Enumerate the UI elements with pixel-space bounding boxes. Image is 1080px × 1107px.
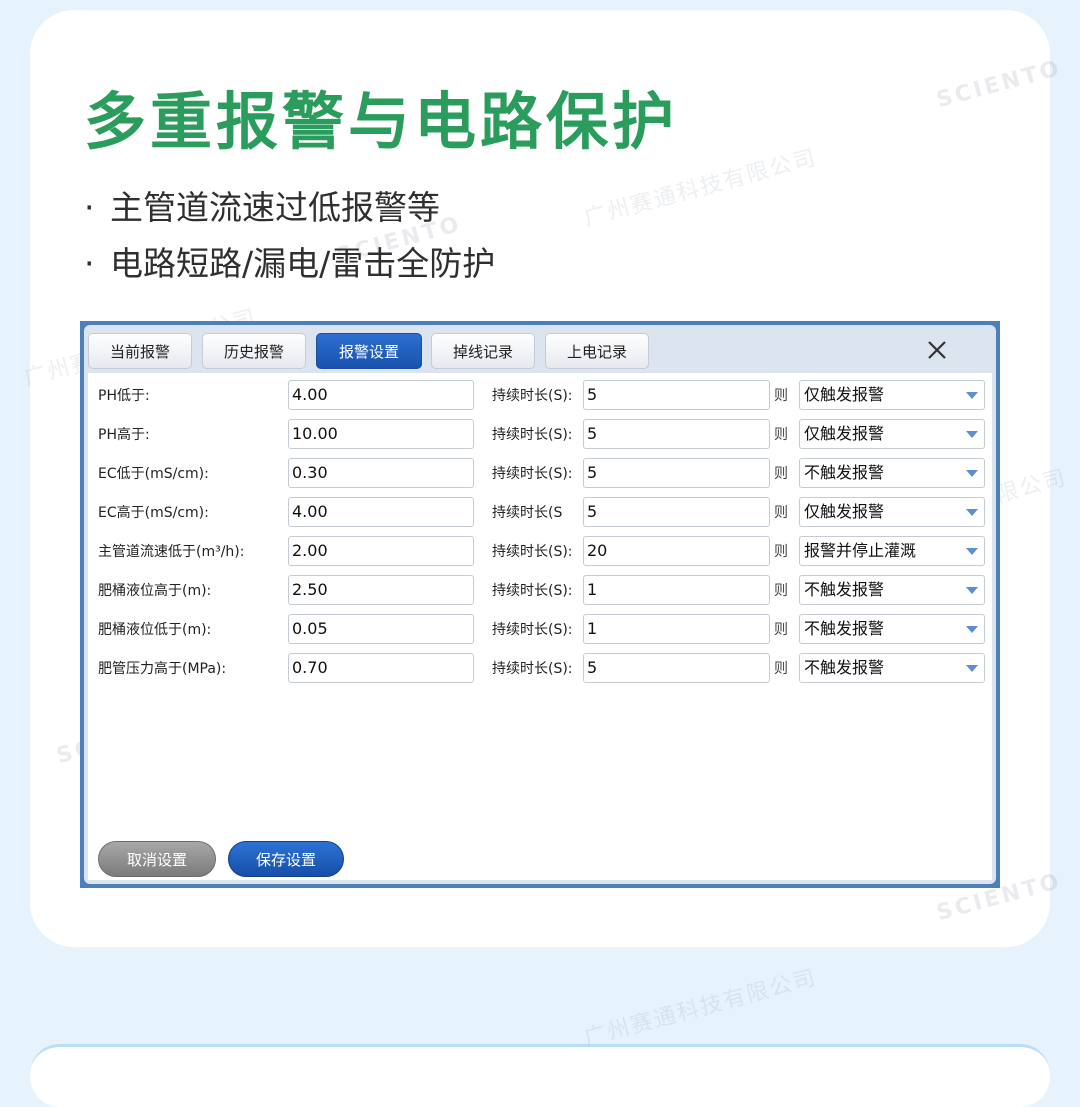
- duration-label: 持续时长(S):: [492, 427, 573, 443]
- then-label: 则: [774, 388, 788, 404]
- threshold-input[interactable]: 4.00: [288, 497, 474, 527]
- alarm-row: PH低于: 4.00 持续时长(S): 5 则 仅触发报警: [88, 380, 988, 412]
- then-label: 则: [774, 544, 788, 560]
- then-label: 则: [774, 661, 788, 677]
- settings-panel: PH低于: 4.00 持续时长(S): 5 则 仅触发报警 PH高于: 10.0…: [88, 373, 992, 880]
- duration-label: 持续时长(S):: [492, 583, 573, 599]
- then-label: 则: [774, 583, 788, 599]
- duration-input[interactable]: 1: [583, 575, 770, 605]
- alarm-row: 肥管压力高于(MPa): 0.70 持续时长(S): 5 则 不触发报警: [88, 653, 988, 685]
- duration-label: 持续时长(S: [492, 505, 563, 521]
- action-select[interactable]: 不触发报警: [799, 458, 985, 488]
- window-body: 当前报警 历史报警 报警设置 掉线记录 上电记录 PH低于: 4.00 持续时长…: [84, 325, 996, 884]
- threshold-input[interactable]: 0.30: [288, 458, 474, 488]
- dropdown-arrow-icon: [966, 431, 978, 438]
- page-title: 多重报警与电路保护: [84, 85, 679, 158]
- threshold-label: PH低于:: [98, 388, 150, 404]
- close-button[interactable]: [922, 335, 952, 365]
- close-icon: [928, 341, 946, 359]
- threshold-input[interactable]: 4.00: [288, 380, 474, 410]
- duration-input[interactable]: 5: [583, 458, 770, 488]
- bullet-text: 电路短路/漏电/雷击全防护: [110, 244, 496, 283]
- next-card-edge: [30, 1044, 1050, 1107]
- duration-input[interactable]: 5: [583, 419, 770, 449]
- duration-label: 持续时长(S):: [492, 544, 573, 560]
- action-value: 报警并停止灌溉: [804, 541, 917, 560]
- alarm-row: 肥桶液位低于(m): 0.05 持续时长(S): 1 则 不触发报警: [88, 614, 988, 646]
- threshold-label: EC高于(mS/cm):: [98, 505, 209, 521]
- alarm-row: EC低于(mS/cm): 0.30 持续时长(S): 5 则 不触发报警: [88, 458, 988, 490]
- alarm-settings-window: 当前报警 历史报警 报警设置 掉线记录 上电记录 PH低于: 4.00 持续时长…: [80, 321, 1000, 888]
- action-select[interactable]: 仅触发报警: [799, 419, 985, 449]
- then-label: 则: [774, 505, 788, 521]
- action-select[interactable]: 不触发报警: [799, 614, 985, 644]
- duration-input[interactable]: 5: [583, 497, 770, 527]
- threshold-input[interactable]: 0.05: [288, 614, 474, 644]
- alarm-row: 主管道流速低于(m³/h): 2.00 持续时长(S): 20 则 报警并停止灌…: [88, 536, 988, 568]
- duration-label: 持续时长(S):: [492, 661, 573, 677]
- action-value: 不触发报警: [804, 463, 885, 482]
- cancel-settings-button[interactable]: 取消设置: [98, 841, 216, 877]
- duration-label: 持续时长(S):: [492, 466, 573, 482]
- threshold-input[interactable]: 2.50: [288, 575, 474, 605]
- duration-input[interactable]: 5: [583, 380, 770, 410]
- action-select[interactable]: 不触发报警: [799, 653, 985, 683]
- threshold-label: EC低于(mS/cm):: [98, 466, 209, 482]
- action-select[interactable]: 报警并停止灌溉: [799, 536, 985, 566]
- dropdown-arrow-icon: [966, 626, 978, 633]
- alarm-row: PH高于: 10.00 持续时长(S): 5 则 仅触发报警: [88, 419, 988, 451]
- action-value: 不触发报警: [804, 580, 885, 599]
- watermark-text: 广州赛通科技有限公司: [581, 965, 820, 1052]
- threshold-label: 肥桶液位高于(m):: [98, 583, 212, 599]
- tab-alarm-settings[interactable]: 报警设置: [316, 333, 422, 369]
- threshold-label: PH高于:: [98, 427, 150, 443]
- dropdown-arrow-icon: [966, 470, 978, 477]
- tab-current-alarms[interactable]: 当前报警: [88, 333, 192, 369]
- action-value: 不触发报警: [804, 619, 885, 638]
- bullet-dot: ·: [84, 188, 95, 227]
- duration-input[interactable]: 20: [583, 536, 770, 566]
- threshold-input[interactable]: 0.70: [288, 653, 474, 683]
- then-label: 则: [774, 427, 788, 443]
- action-value: 仅触发报警: [804, 424, 885, 443]
- tab-offline-records[interactable]: 掉线记录: [431, 333, 535, 369]
- tab-alarm-history[interactable]: 历史报警: [202, 333, 306, 369]
- dropdown-arrow-icon: [966, 392, 978, 399]
- dropdown-arrow-icon: [966, 509, 978, 516]
- duration-input[interactable]: 1: [583, 614, 770, 644]
- action-value: 仅触发报警: [804, 385, 885, 404]
- bullet-item: · 主管道流速过低报警等: [84, 186, 440, 230]
- alarm-row: 肥桶液位高于(m): 2.50 持续时长(S): 1 则 不触发报警: [88, 575, 988, 607]
- threshold-label: 肥管压力高于(MPa):: [98, 661, 227, 677]
- alarm-row: EC高于(mS/cm): 4.00 持续时长(S 5 则 仅触发报警: [88, 497, 988, 529]
- dropdown-arrow-icon: [966, 548, 978, 555]
- action-select[interactable]: 仅触发报警: [799, 380, 985, 410]
- bullet-dot: ·: [84, 244, 95, 283]
- dropdown-arrow-icon: [966, 665, 978, 672]
- duration-label: 持续时长(S):: [492, 622, 573, 638]
- action-value: 仅触发报警: [804, 502, 885, 521]
- threshold-label: 肥桶液位低于(m):: [98, 622, 212, 638]
- threshold-label: 主管道流速低于(m³/h):: [98, 544, 245, 560]
- bullet-item: · 电路短路/漏电/雷击全防护: [84, 242, 495, 286]
- then-label: 则: [774, 466, 788, 482]
- threshold-input[interactable]: 10.00: [288, 419, 474, 449]
- tab-power-on-records[interactable]: 上电记录: [545, 333, 649, 369]
- duration-input[interactable]: 5: [583, 653, 770, 683]
- action-select[interactable]: 仅触发报警: [799, 497, 985, 527]
- duration-label: 持续时长(S):: [492, 388, 573, 404]
- action-value: 不触发报警: [804, 658, 885, 677]
- threshold-input[interactable]: 2.00: [288, 536, 474, 566]
- dropdown-arrow-icon: [966, 587, 978, 594]
- then-label: 则: [774, 622, 788, 638]
- save-settings-button[interactable]: 保存设置: [228, 841, 344, 877]
- bullet-text: 主管道流速过低报警等: [110, 188, 440, 227]
- action-select[interactable]: 不触发报警: [799, 575, 985, 605]
